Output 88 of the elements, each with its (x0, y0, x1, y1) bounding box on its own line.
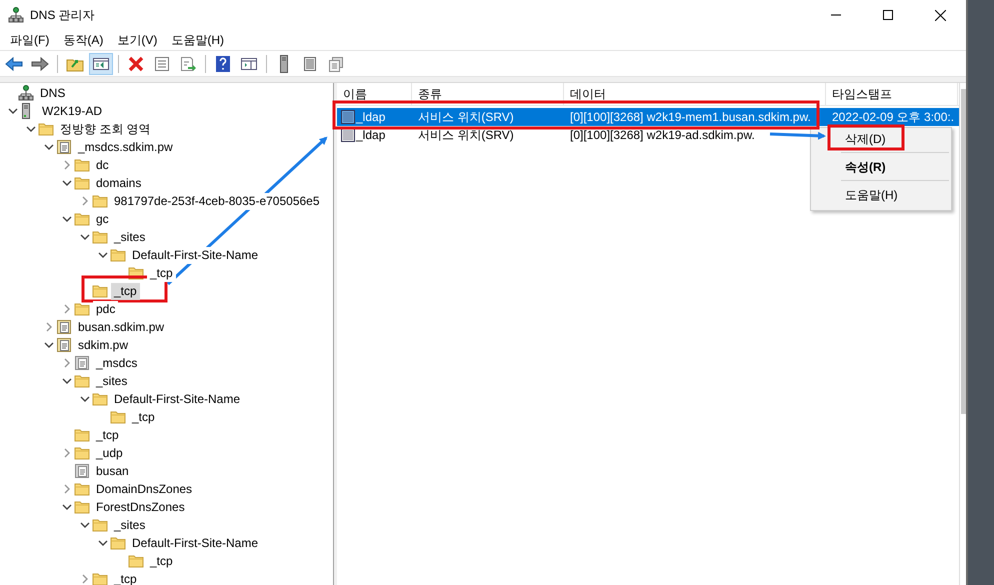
zone-file-icon (56, 337, 72, 353)
chevron-right-icon[interactable] (63, 160, 71, 170)
maximize-icon (883, 10, 893, 20)
chevron-down-icon[interactable] (26, 125, 36, 133)
column-header[interactable]: 데이터 (564, 83, 826, 105)
tree-item[interactable]: _tcp (111, 282, 140, 300)
export-list-icon[interactable] (179, 56, 197, 72)
folder-icon (74, 374, 90, 388)
pointer-arrow (770, 132, 826, 140)
folder-icon (92, 518, 108, 532)
table-cell-text: [0][100][3268] w2k19-ad.sdkim.pw. (569, 128, 756, 142)
chevron-down-icon[interactable] (80, 521, 90, 529)
chevron-down-icon[interactable] (62, 179, 72, 187)
chevron-right-icon[interactable] (81, 574, 89, 584)
chevron-right-icon[interactable] (63, 304, 71, 314)
list-icon[interactable] (302, 56, 318, 72)
chevron-right-icon[interactable] (63, 448, 71, 458)
record-row[interactable]: _ldap 서비스 위치(SRV) [0][100][3268] w2k19-mem1.busan.sdkim.pw. 2022-02-09 오후 3:00:. (337, 108, 959, 126)
chevron-down-icon[interactable] (80, 395, 90, 403)
chevron-right-icon[interactable] (45, 322, 53, 332)
delete-icon[interactable] (127, 56, 145, 72)
server-icon (20, 103, 32, 119)
folder-icon (38, 122, 54, 136)
table-cell-text: 2022-02-09 오후 3:00:. (831, 108, 956, 126)
table-cell: _ldap (356, 128, 386, 142)
folder-icon (74, 500, 90, 514)
server-icon[interactable] (278, 54, 290, 72)
table-cell-text: 서비스 위치(SRV) (417, 126, 515, 144)
folder-icon (74, 212, 90, 226)
chevron-down-icon[interactable] (44, 341, 54, 349)
back-arrow-icon[interactable] (5, 56, 23, 72)
network-icon (8, 7, 24, 23)
record-icon (341, 128, 355, 142)
folder-icon (92, 284, 108, 298)
forward-arrow-icon[interactable] (31, 56, 49, 72)
folder-icon (74, 482, 90, 496)
folder-icon (74, 446, 90, 460)
record-row[interactable]: _ldap 서비스 위치(SRV) [0][100][3268] w2k19-ad.sdkim.pw. (337, 126, 761, 144)
context-menu-item[interactable]: 삭제(D) (811, 128, 951, 150)
chevron-down-icon[interactable] (62, 377, 72, 385)
chevron-right-icon[interactable] (81, 196, 89, 206)
folder-icon (128, 554, 144, 568)
scrollbar[interactable] (959, 83, 966, 585)
close-icon (934, 10, 946, 20)
column-header[interactable]: 종류 (412, 83, 564, 105)
chevron-right-icon[interactable] (63, 484, 71, 494)
action-pane-icon[interactable] (240, 56, 258, 72)
folder-icon (92, 230, 108, 244)
context-menu-item[interactable]: 도움말(H) (811, 184, 951, 206)
console-tree-icon[interactable] (92, 56, 110, 72)
chevron-down-icon[interactable] (62, 503, 72, 511)
properties-icon[interactable] (153, 56, 171, 72)
chevron-down-icon[interactable] (44, 143, 54, 151)
folder-icon (110, 536, 126, 550)
menu-item[interactable]: 파일(F) (3, 32, 56, 48)
folder-icon (92, 392, 108, 406)
folder-icon (74, 176, 90, 190)
tree-item[interactable]: pdc (93, 300, 118, 318)
column-header[interactable]: 타임스탬프 (826, 83, 958, 105)
folder-icon (92, 572, 108, 585)
chevron-down-icon[interactable] (80, 233, 90, 241)
menu-item[interactable]: 동작(A) (56, 32, 110, 48)
record-icon (341, 110, 355, 124)
menu-item[interactable]: 보기(V) (110, 32, 164, 48)
table-cell-text: [0][100][3268] w2k19-mem1.busan.sdkim.pw. (569, 110, 812, 124)
chevron-down-icon[interactable] (62, 215, 72, 223)
menu-item[interactable]: 도움말(H) (164, 32, 231, 48)
copy-icon[interactable] (327, 56, 345, 72)
zone-file-icon (56, 319, 72, 335)
chevron-down-icon[interactable] (8, 107, 18, 115)
chevron-right-icon[interactable] (63, 358, 71, 368)
folder-icon (110, 410, 126, 424)
document-icon (74, 463, 90, 479)
folder-icon (74, 428, 90, 442)
folder-icon (92, 194, 108, 208)
chevron-down-icon[interactable] (98, 539, 108, 547)
column-header[interactable]: 이름 (337, 83, 412, 105)
folder-icon (74, 302, 90, 316)
context-menu-item[interactable]: 속성(R) (811, 156, 951, 178)
window-title: DNS 관리자 (30, 6, 95, 24)
chevron-down-icon[interactable] (98, 251, 108, 259)
help-icon[interactable] (214, 54, 232, 72)
folder-icon (110, 248, 126, 262)
zone-file-icon (56, 139, 72, 155)
table-cell-text: 서비스 위치(SRV) (417, 108, 515, 126)
folder-icon (74, 158, 90, 172)
table-cell: _ldap (356, 110, 386, 124)
document-icon (74, 355, 90, 371)
